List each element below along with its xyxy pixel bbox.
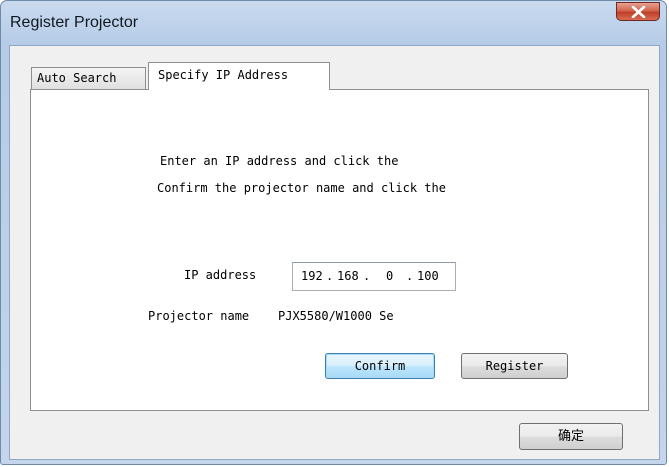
close-icon [631, 6, 646, 18]
instruction-line-1: Enter an IP address and click the [160, 154, 399, 168]
confirm-button[interactable]: Confirm [325, 353, 435, 379]
dialog-client-area: Auto Search Specify IP Address Enter an … [9, 45, 660, 460]
tab-auto-search[interactable]: Auto Search [31, 67, 146, 89]
ip-dot-2: . [363, 269, 371, 283]
register-button[interactable]: Register [461, 353, 568, 379]
tab-specify-ip-address[interactable]: Specify IP Address [148, 62, 330, 90]
ip-octet-3[interactable]: 0 [386, 269, 393, 283]
tab-auto-search-label: Auto Search [37, 71, 117, 85]
ip-dot-3: . [406, 269, 414, 283]
window-title: Register Projector [10, 14, 139, 31]
ip-octet-4[interactable]: 100 [417, 269, 439, 283]
ip-address-label: IP address [184, 268, 257, 282]
register-projector-window: Register Projector Auto Search Specify I… [0, 0, 667, 465]
instruction-line-2: Confirm the projector name and click the [157, 181, 446, 195]
ip-octet-2[interactable]: 168 [337, 269, 359, 283]
projector-name-label: Projector name [148, 309, 250, 323]
title-bar[interactable]: Register Projector [1, 1, 666, 45]
tab-specify-ip-label: Specify IP Address [158, 68, 289, 82]
ip-dot-1: . [326, 269, 334, 283]
ok-button[interactable]: 确定 [519, 423, 623, 450]
ip-octet-1[interactable]: 192 [301, 269, 323, 283]
close-button[interactable] [616, 2, 660, 21]
ip-address-input[interactable]: 192 . 168 . 0 . 100 [292, 262, 456, 291]
projector-name-value: PJX5580/W1000 Se [278, 309, 394, 323]
